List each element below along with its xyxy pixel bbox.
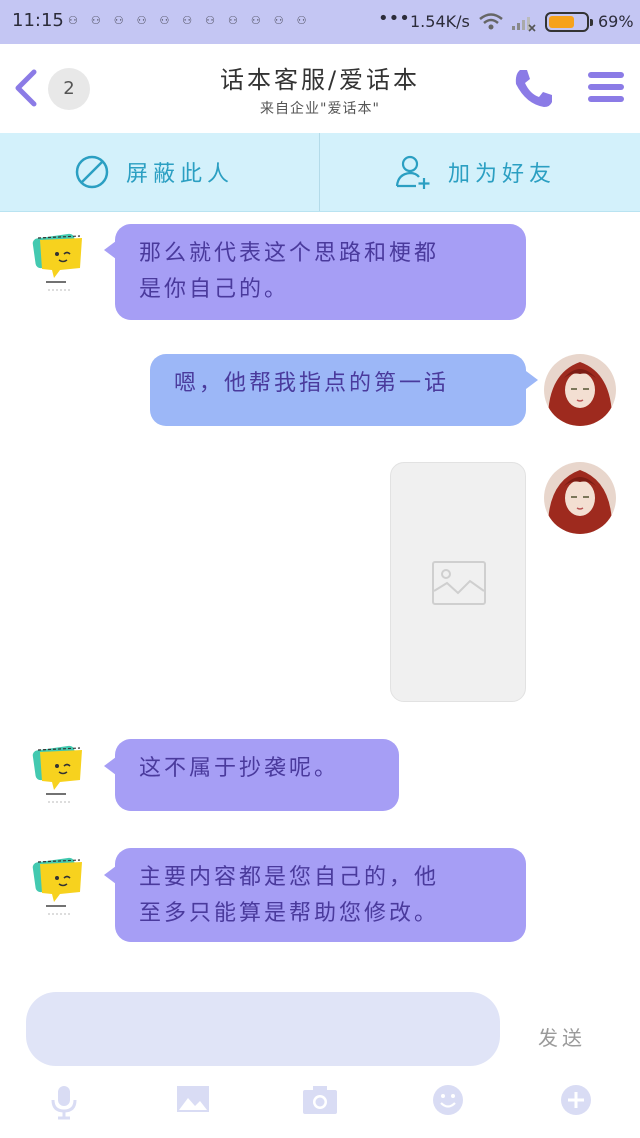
more-notifications-icon: •••	[378, 8, 410, 29]
add-user-icon	[395, 155, 430, 189]
battery-nub	[590, 19, 593, 26]
network-speed: 1.54K/s	[410, 12, 470, 31]
plus-icon[interactable]	[560, 1084, 592, 1116]
message-text-line: 嗯，他帮我指点的第一话	[174, 371, 450, 396]
bot-avatar[interactable]	[30, 852, 88, 918]
message-text-line: 是你自己的。	[139, 277, 290, 302]
notification-icons: ⚇⚇⚇⚇⚇⚇⚇⚇⚇⚇⚇	[68, 14, 320, 27]
message-text-line: 至多只能算是帮助您修改。	[139, 901, 440, 926]
microphone-icon[interactable]	[50, 1084, 78, 1120]
message-bubble-received[interactable]: 主要内容都是您自己的，他 至多只能算是帮助您修改。	[115, 848, 526, 942]
send-button[interactable]: 发送	[538, 1022, 586, 1051]
action-divider	[319, 133, 320, 211]
page-title: 话本客服/爱话本	[219, 66, 421, 94]
camera-icon[interactable]	[302, 1084, 338, 1116]
image-placeholder-icon	[432, 561, 486, 605]
message-text-line: 这不属于抄袭呢。	[139, 756, 340, 781]
block-user-button[interactable]: 屏蔽此人	[74, 133, 234, 211]
chevron-left-icon[interactable]	[10, 68, 40, 108]
battery-percent: 69%	[598, 12, 634, 31]
emoji-icon[interactable]	[432, 1084, 464, 1116]
add-friend-button[interactable]: 加为好友	[394, 133, 556, 211]
menu-icon[interactable]	[588, 72, 624, 106]
bot-avatar[interactable]	[30, 228, 88, 294]
phone-icon[interactable]	[512, 66, 554, 110]
message-bubble-received[interactable]: 这不属于抄袭呢。	[115, 739, 399, 811]
message-text-line: 主要内容都是您自己的，他	[139, 865, 440, 890]
status-bar: 11:15 ⚇⚇⚇⚇⚇⚇⚇⚇⚇⚇⚇ ••• 1.54K/s 69%	[0, 0, 640, 44]
signal-icon	[512, 17, 536, 32]
user-avatar[interactable]	[544, 354, 616, 426]
block-icon	[75, 155, 109, 189]
battery-icon	[545, 12, 593, 32]
battery-fill	[549, 16, 574, 28]
action-bar: 屏蔽此人 加为好友	[0, 133, 640, 212]
image-icon[interactable]	[176, 1084, 210, 1114]
block-user-label: 屏蔽此人	[126, 162, 235, 187]
unread-count-badge[interactable]: 2	[48, 68, 90, 110]
user-avatar[interactable]	[544, 462, 616, 534]
message-text-line: 那么就代表这个思路和梗都	[139, 241, 440, 266]
wifi-icon	[479, 13, 503, 30]
message-input[interactable]	[26, 992, 500, 1066]
image-message[interactable]	[390, 462, 526, 702]
message-bubble-sent[interactable]: 嗯，他帮我指点的第一话	[150, 354, 526, 426]
status-time: 11:15	[12, 10, 64, 31]
page-subtitle: 来自企业"爱话本"	[260, 101, 380, 117]
add-friend-label: 加为好友	[448, 162, 557, 187]
bot-avatar[interactable]	[30, 740, 88, 806]
chat-header: 2 话本客服/爱话本 来自企业"爱话本"	[0, 44, 640, 132]
bubble-tail	[526, 371, 538, 389]
message-bubble-received[interactable]: 那么就代表这个思路和梗都 是你自己的。	[115, 224, 526, 320]
